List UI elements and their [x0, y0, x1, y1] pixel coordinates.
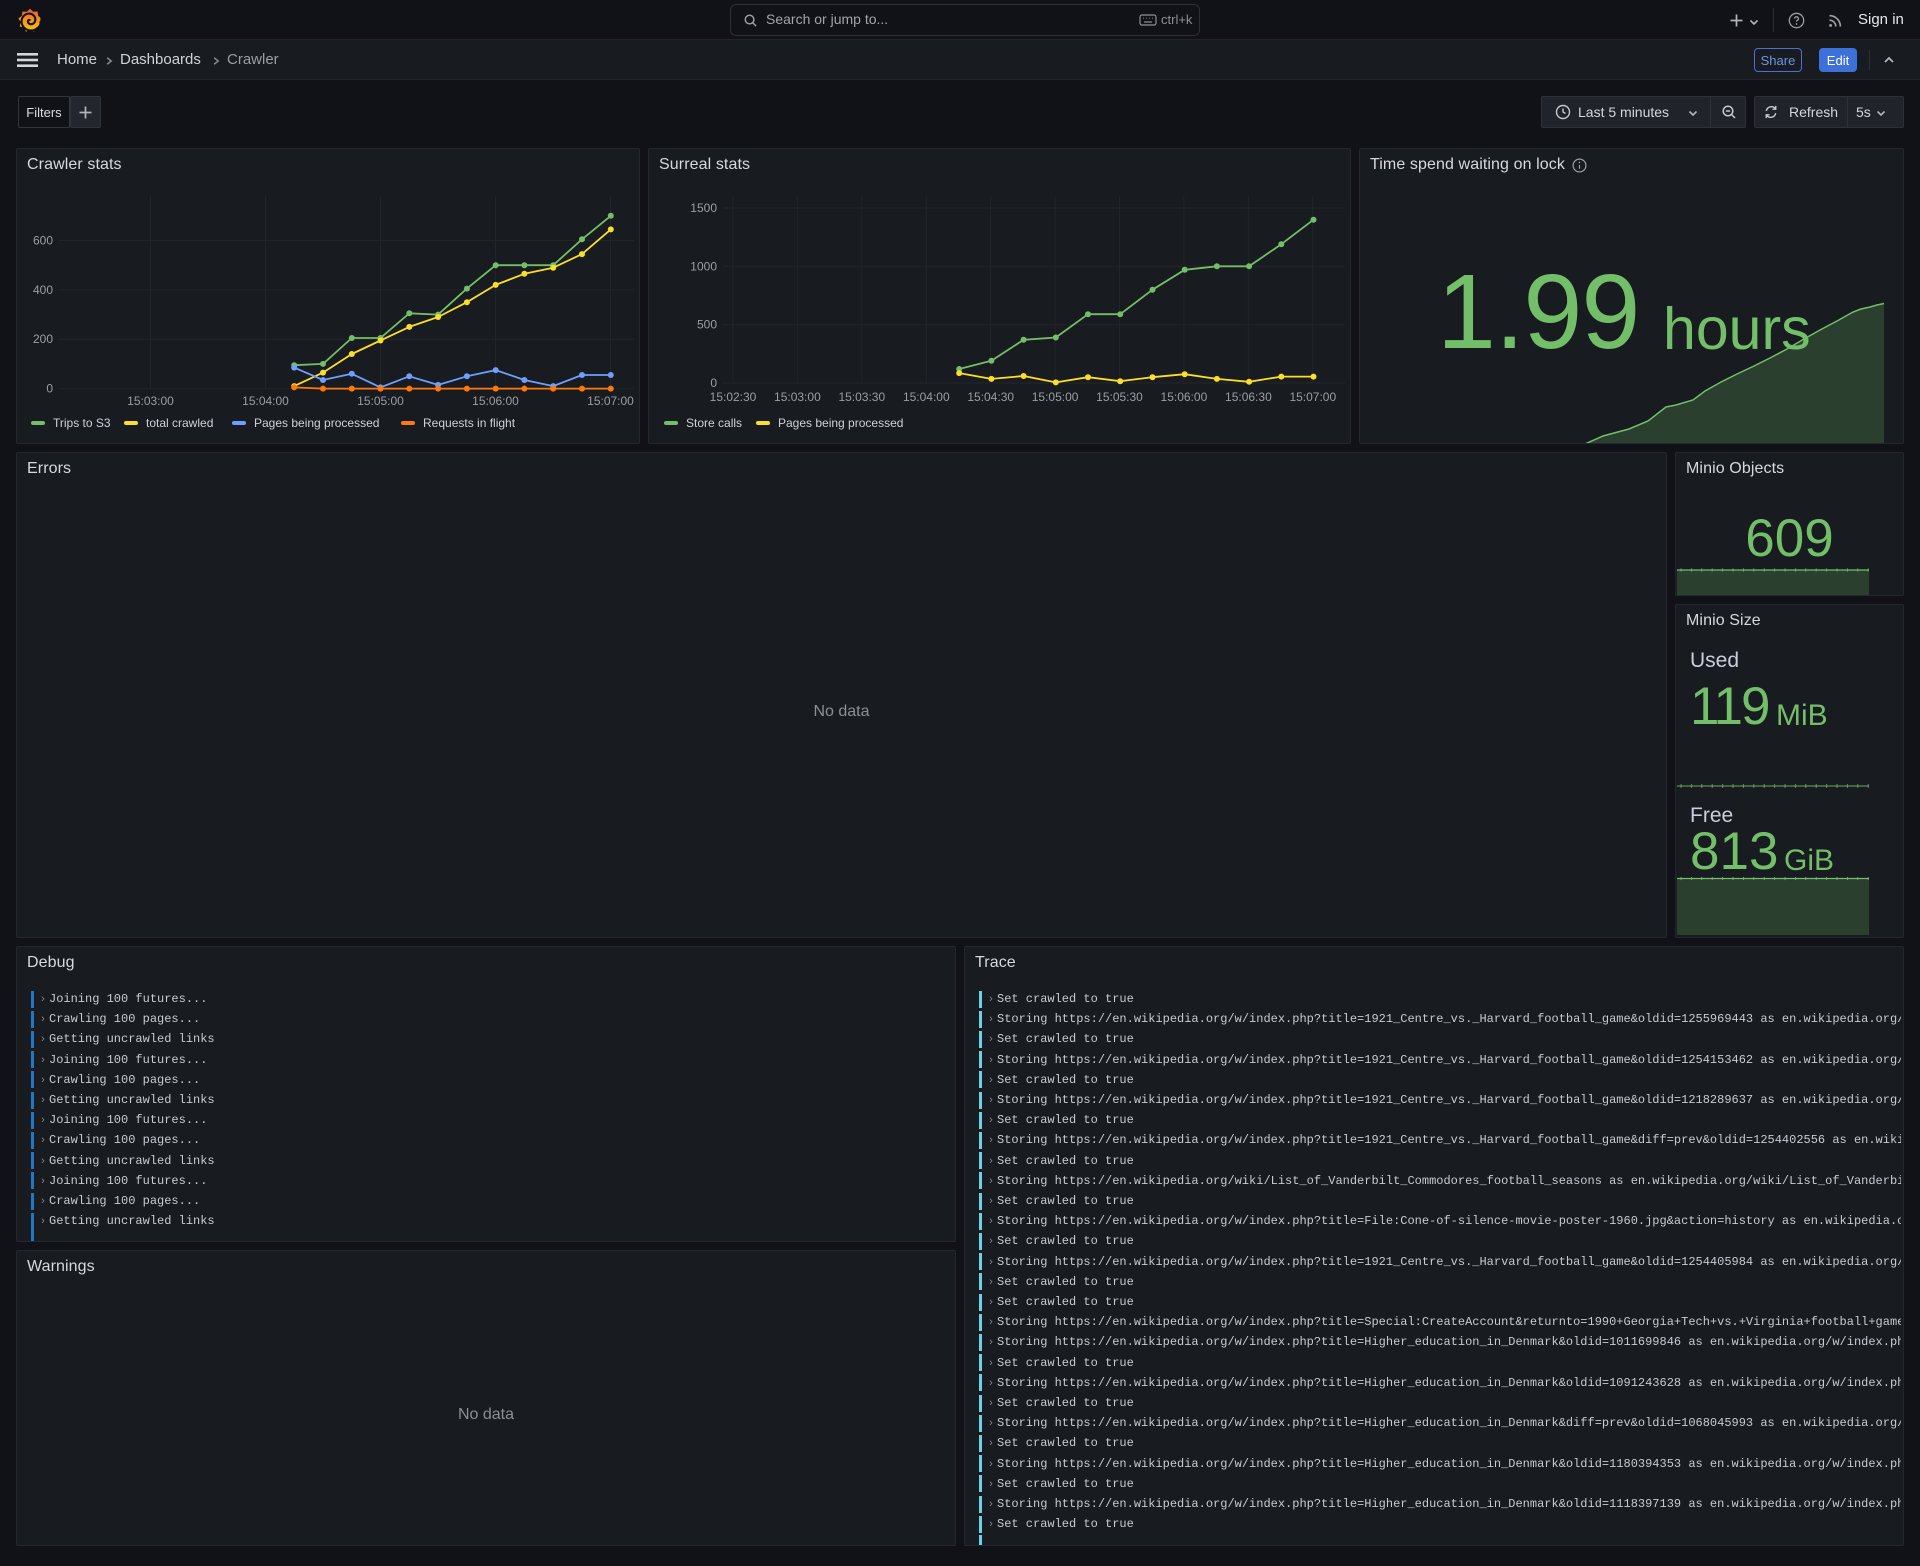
svg-text:15:07:00: 15:07:00 [1289, 390, 1336, 404]
svg-text:1500: 1500 [690, 201, 717, 215]
svg-text:600: 600 [33, 234, 53, 248]
svg-text:15:06:30: 15:06:30 [1225, 390, 1272, 404]
svg-text:15:06:00: 15:06:00 [472, 394, 519, 408]
svg-text:15:06:00: 15:06:00 [1161, 390, 1208, 404]
svg-text:0: 0 [46, 382, 53, 396]
svg-text:15:07:00: 15:07:00 [587, 394, 634, 408]
svg-text:15:02:30: 15:02:30 [710, 390, 757, 404]
svg-text:500: 500 [697, 318, 717, 332]
svg-text:15:03:00: 15:03:00 [127, 394, 174, 408]
svg-text:15:05:00: 15:05:00 [357, 394, 404, 408]
svg-text:15:03:30: 15:03:30 [838, 390, 885, 404]
svg-text:15:04:30: 15:04:30 [967, 390, 1014, 404]
svg-text:400: 400 [33, 283, 53, 297]
svg-text:15:03:00: 15:03:00 [774, 390, 821, 404]
svg-text:15:05:00: 15:05:00 [1032, 390, 1079, 404]
svg-text:15:04:00: 15:04:00 [903, 390, 950, 404]
svg-text:1000: 1000 [690, 259, 717, 273]
svg-text:200: 200 [33, 332, 53, 346]
svg-text:0: 0 [710, 376, 717, 390]
svg-text:15:05:30: 15:05:30 [1096, 390, 1143, 404]
svg-text:15:04:00: 15:04:00 [242, 394, 289, 408]
